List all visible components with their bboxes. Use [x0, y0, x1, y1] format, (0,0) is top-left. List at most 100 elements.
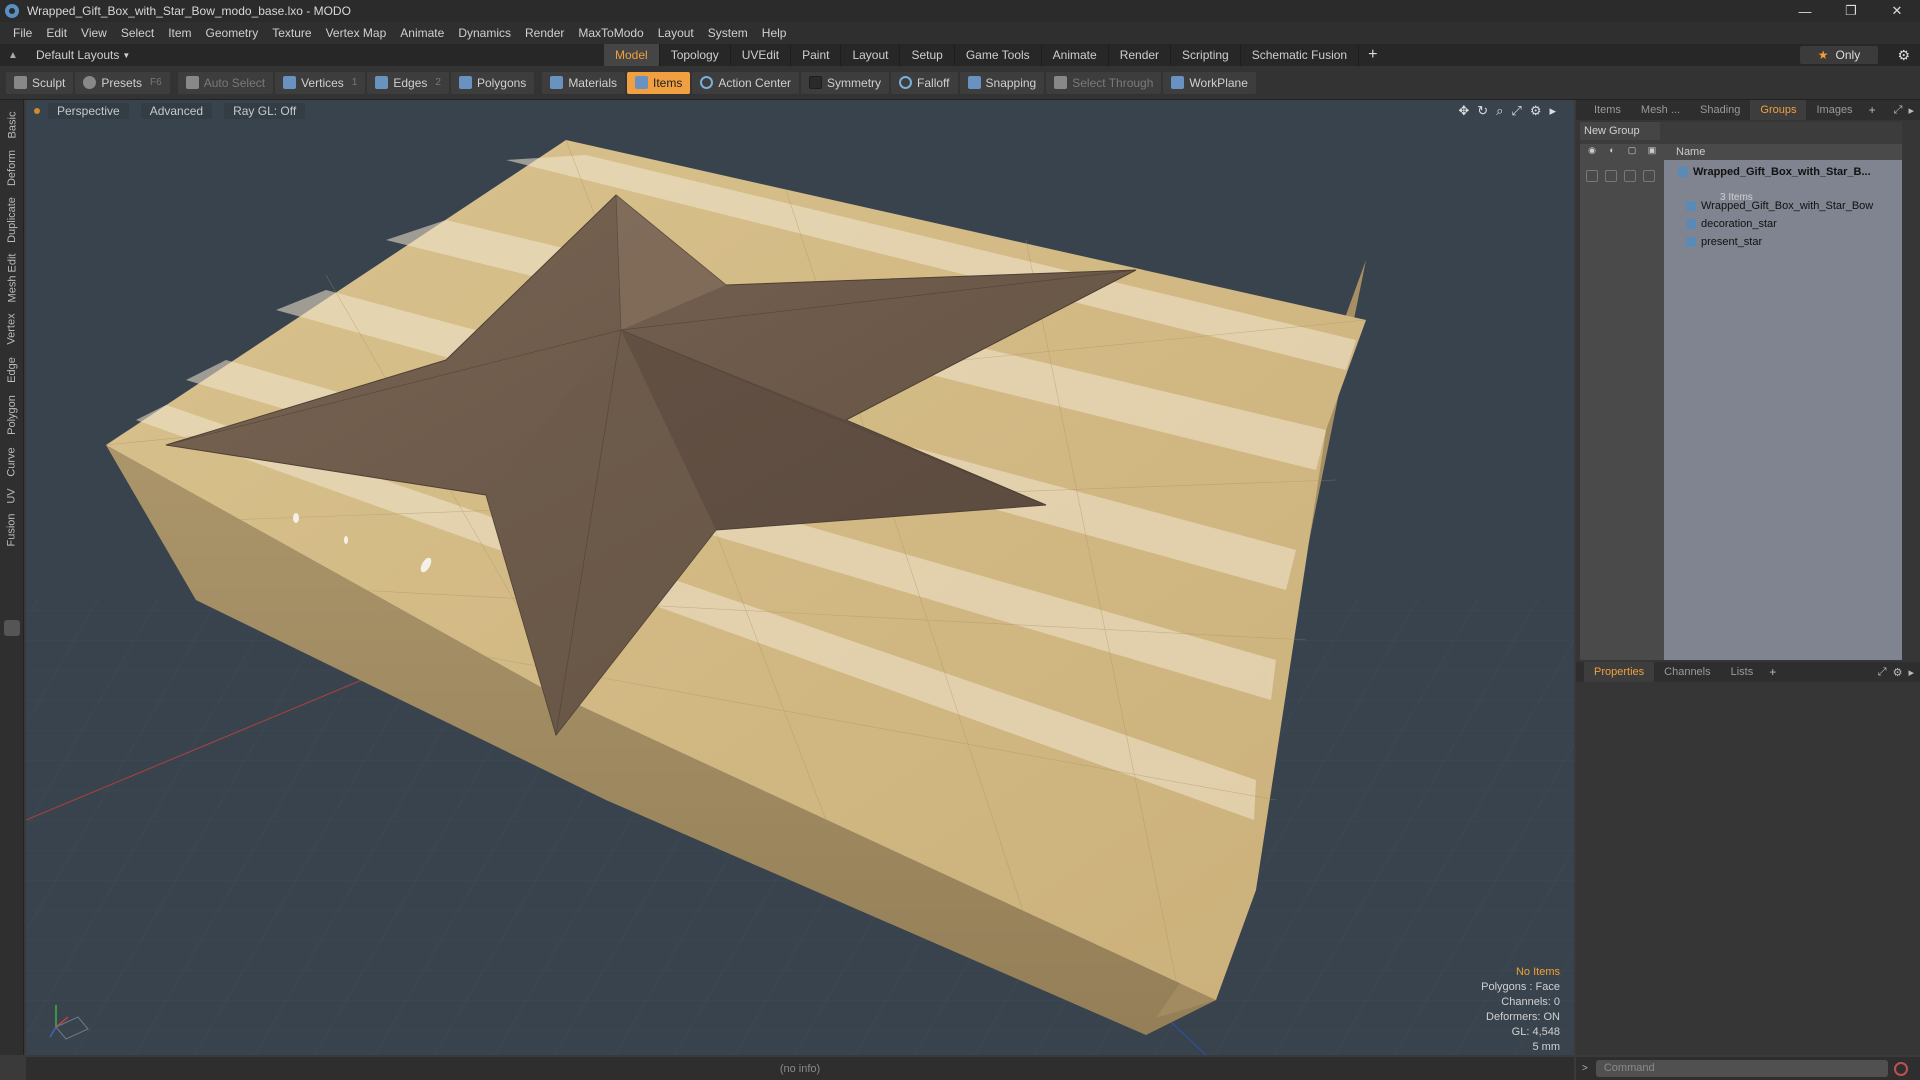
presets-button[interactable]: Presets F6 — [75, 71, 170, 94]
tab-items[interactable]: Items — [1584, 100, 1631, 120]
close-button[interactable]: ✕ — [1874, 0, 1920, 22]
chevron-down-icon[interactable]: ▼ — [122, 51, 130, 60]
new-group-button[interactable]: New Group — [1580, 122, 1660, 140]
select-icon[interactable]: ▣ — [1644, 145, 1660, 159]
tab-paint[interactable]: Paint — [791, 44, 842, 66]
tab-animate[interactable]: Animate — [1042, 44, 1109, 66]
add-tab-icon[interactable]: + — [1763, 665, 1782, 679]
select-through-button[interactable]: Select Through — [1046, 71, 1162, 94]
tab-vertex[interactable]: Vertex — [2, 308, 22, 350]
expand-icon[interactable]: ⤢ — [1878, 666, 1887, 679]
polygons-button[interactable]: Polygons — [450, 71, 535, 94]
expand-icon[interactable]: ⤢ — [1894, 104, 1903, 117]
tab-basic[interactable]: Basic — [2, 106, 22, 144]
tab-properties[interactable]: Properties — [1584, 662, 1655, 682]
collapse-up-icon[interactable]: ▲ — [8, 50, 18, 61]
tab-uv[interactable]: UV — [2, 484, 22, 508]
maximize-button[interactable]: ❐ — [1828, 0, 1874, 22]
render-icon[interactable]: ◐ — [1604, 145, 1620, 159]
falloff-button[interactable]: Falloff — [891, 71, 958, 94]
workplane-button[interactable]: WorkPlane — [1163, 71, 1256, 94]
tab-shading[interactable]: Shading — [1690, 100, 1750, 120]
tab-lists[interactable]: Lists — [1721, 662, 1764, 682]
items-button[interactable]: Items — [627, 71, 691, 94]
viewport-more-icon[interactable]: ▸ — [1549, 103, 1556, 119]
auto-select-button[interactable]: Auto Select — [177, 71, 274, 94]
menu-geometry[interactable]: Geometry — [199, 22, 266, 44]
materials-button[interactable]: Materials — [542, 71, 625, 94]
select-toggle[interactable] — [1643, 170, 1655, 182]
tab-uvedit[interactable]: UVEdit — [731, 44, 792, 66]
tab-layout[interactable]: Layout — [841, 44, 901, 66]
raygl-button[interactable]: Ray GL: Off — [224, 103, 306, 119]
menu-help[interactable]: Help — [755, 22, 794, 44]
symmetry-button[interactable]: Symmetry — [801, 71, 890, 94]
action-center-button[interactable]: Action Center — [692, 71, 800, 94]
shading-advanced-button[interactable]: Advanced — [140, 103, 213, 119]
tab-polygon[interactable]: Polygon — [2, 390, 22, 440]
rotate-view-icon[interactable]: ↻ — [1477, 103, 1488, 119]
menu-view[interactable]: View — [74, 22, 114, 44]
tree-item-mesh[interactable]: Wrapped_Gift_Box_with_Star_Bow — [1686, 198, 1873, 214]
name-column[interactable]: Name — [1676, 144, 1705, 160]
lock-icon[interactable]: ▢ — [1624, 145, 1640, 159]
tree-item-decoration-star[interactable]: decoration_star — [1686, 216, 1777, 232]
minimize-button[interactable]: — — [1782, 0, 1828, 22]
menu-layout[interactable]: Layout — [651, 22, 701, 44]
zoom-view-icon[interactable]: ⌕ — [1496, 103, 1503, 119]
tab-edge[interactable]: Edge — [2, 352, 22, 388]
menu-texture[interactable]: Texture — [265, 22, 318, 44]
tab-groups[interactable]: Groups — [1750, 100, 1807, 120]
record-icon[interactable] — [1893, 1061, 1908, 1076]
sculpt-button[interactable]: Sculpt — [6, 71, 74, 94]
menu-item[interactable]: Item — [161, 22, 198, 44]
edges-button[interactable]: Edges 2 — [367, 71, 449, 94]
tab-duplicate[interactable]: Duplicate — [2, 192, 22, 248]
tab-curve[interactable]: Curve — [2, 442, 22, 482]
menu-vertex-map[interactable]: Vertex Map — [319, 22, 394, 44]
tab-channels[interactable]: Channels — [1654, 662, 1720, 682]
view-perspective-button[interactable]: Perspective — [48, 103, 129, 119]
tab-game-tools[interactable]: Game Tools — [955, 44, 1042, 66]
panel-more-icon[interactable]: ▸ — [1908, 104, 1914, 117]
group-root-row[interactable]: Wrapped_Gift_Box_with_Star_B... — [1678, 164, 1871, 180]
tab-mesh[interactable]: Mesh ... — [1631, 100, 1690, 120]
visibility-toggle[interactable] — [1586, 170, 1598, 182]
snapping-button[interactable]: Snapping — [959, 71, 1045, 94]
menu-render[interactable]: Render — [518, 22, 571, 44]
render-toggle[interactable] — [1605, 170, 1617, 182]
menu-file[interactable]: File — [6, 22, 39, 44]
vertices-button[interactable]: Vertices 1 — [275, 71, 366, 94]
viewport-menu-icon[interactable] — [34, 108, 40, 114]
tab-schematic-fusion[interactable]: Schematic Fusion — [1241, 44, 1360, 66]
layout-selector[interactable]: Default Layouts — [36, 48, 119, 62]
only-toggle-button[interactable]: ★ Only — [1800, 46, 1878, 64]
viewport-settings-icon[interactable]: ⚙ — [1530, 103, 1542, 119]
tab-model[interactable]: Model — [604, 44, 660, 66]
fit-view-icon[interactable]: ⤢ — [1511, 103, 1521, 119]
tree-item-present-star[interactable]: present_star — [1686, 234, 1762, 250]
menu-edit[interactable]: Edit — [39, 22, 74, 44]
tab-scripting[interactable]: Scripting — [1171, 44, 1241, 66]
menu-animate[interactable]: Animate — [393, 22, 451, 44]
move-view-icon[interactable]: ✥ — [1458, 103, 1469, 119]
tab-deform[interactable]: Deform — [2, 146, 22, 190]
tab-mesh-edit[interactable]: Mesh Edit — [2, 250, 22, 306]
tab-render[interactable]: Render — [1109, 44, 1172, 66]
add-tab-icon[interactable]: + — [1863, 103, 1882, 117]
tab-topology[interactable]: Topology — [660, 44, 731, 66]
add-tab-icon[interactable]: + — [1359, 44, 1386, 66]
tab-images[interactable]: Images — [1806, 100, 1862, 120]
gear-icon[interactable]: ⚙ — [1897, 47, 1910, 64]
menu-dynamics[interactable]: Dynamics — [451, 22, 518, 44]
gear-icon[interactable]: ⚙ — [1893, 666, 1903, 679]
3d-viewport[interactable]: Perspective Advanced Ray GL: Off ✥ ↻ ⌕ ⤢… — [26, 100, 1574, 1055]
tab-setup[interactable]: Setup — [900, 44, 955, 66]
expand-panel-button[interactable] — [4, 620, 20, 636]
menu-select[interactable]: Select — [114, 22, 161, 44]
menu-system[interactable]: System — [701, 22, 755, 44]
lock-toggle[interactable] — [1624, 170, 1636, 182]
menu-maxtomodo[interactable]: MaxToModo — [571, 22, 650, 44]
tab-fusion[interactable]: Fusion — [2, 510, 22, 550]
panel-more-icon[interactable]: ▸ — [1908, 666, 1914, 679]
